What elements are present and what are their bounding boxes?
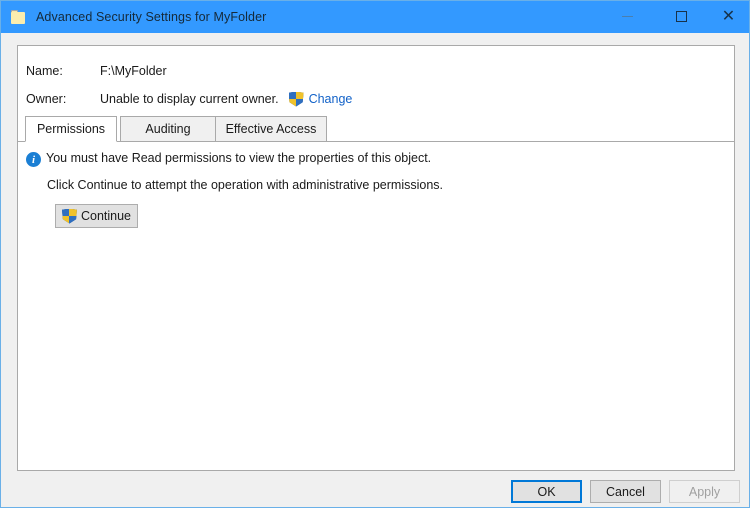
notice-row: i You must have Read permissions to view… (26, 151, 431, 167)
name-row: Name: F:\MyFolder (18, 60, 734, 82)
window-title: Advanced Security Settings for MyFolder (36, 10, 267, 24)
title-bar: Advanced Security Settings for MyFolder … (1, 1, 749, 33)
folder-icon (11, 10, 27, 24)
maximize-icon (676, 11, 687, 22)
tab-strip: Permissions Auditing Effective Access (18, 116, 734, 142)
tab-auditing-label: Auditing (145, 122, 191, 136)
permissions-tab-panel: i You must have Read permissions to view… (18, 142, 734, 470)
owner-row: Owner: Unable to display current owner. … (18, 88, 734, 110)
dialog-content-panel: Name: F:\MyFolder Owner: Unable to displ… (17, 45, 735, 471)
ok-button[interactable]: OK (511, 480, 582, 503)
continue-button[interactable]: Continue (55, 204, 138, 228)
change-owner-link[interactable]: Change (309, 92, 353, 106)
owner-label: Owner: (26, 92, 67, 106)
apply-button-label: Apply (688, 484, 721, 499)
uac-shield-icon (61, 208, 77, 224)
close-icon: ✕ (721, 5, 736, 25)
info-circle-icon: i (26, 152, 41, 167)
tab-permissions-label: Permissions (36, 122, 106, 136)
advanced-security-settings-dialog: Advanced Security Settings for MyFolder … (0, 0, 750, 508)
notice-text: You must have Read permissions to view t… (46, 151, 432, 165)
minimize-button[interactable] (605, 1, 650, 32)
cancel-button[interactable]: Cancel (590, 480, 661, 503)
continue-button-label: Continue (80, 209, 132, 223)
hint-text: Click Continue to attempt the operation … (47, 178, 444, 192)
dialog-footer: OK Cancel Apply (1, 472, 749, 507)
tab-auditing[interactable]: Auditing (120, 116, 216, 142)
tab-effective-access-label: Effective Access (225, 122, 317, 136)
apply-button: Apply (669, 480, 740, 503)
minimize-icon (622, 16, 633, 17)
ok-button-label: OK (537, 484, 556, 499)
maximize-button[interactable] (659, 1, 704, 32)
object-properties-block: Name: F:\MyFolder Owner: Unable to displ… (18, 46, 734, 116)
name-value: F:\MyFolder (100, 64, 167, 78)
uac-shield-icon (288, 91, 304, 107)
owner-value: Unable to display current owner. (100, 92, 279, 106)
cancel-button-label: Cancel (606, 484, 645, 499)
close-button[interactable]: ✕ (706, 1, 749, 32)
tab-effective-access[interactable]: Effective Access (215, 116, 327, 142)
name-label: Name: (26, 64, 63, 78)
tab-permissions[interactable]: Permissions (25, 116, 117, 142)
